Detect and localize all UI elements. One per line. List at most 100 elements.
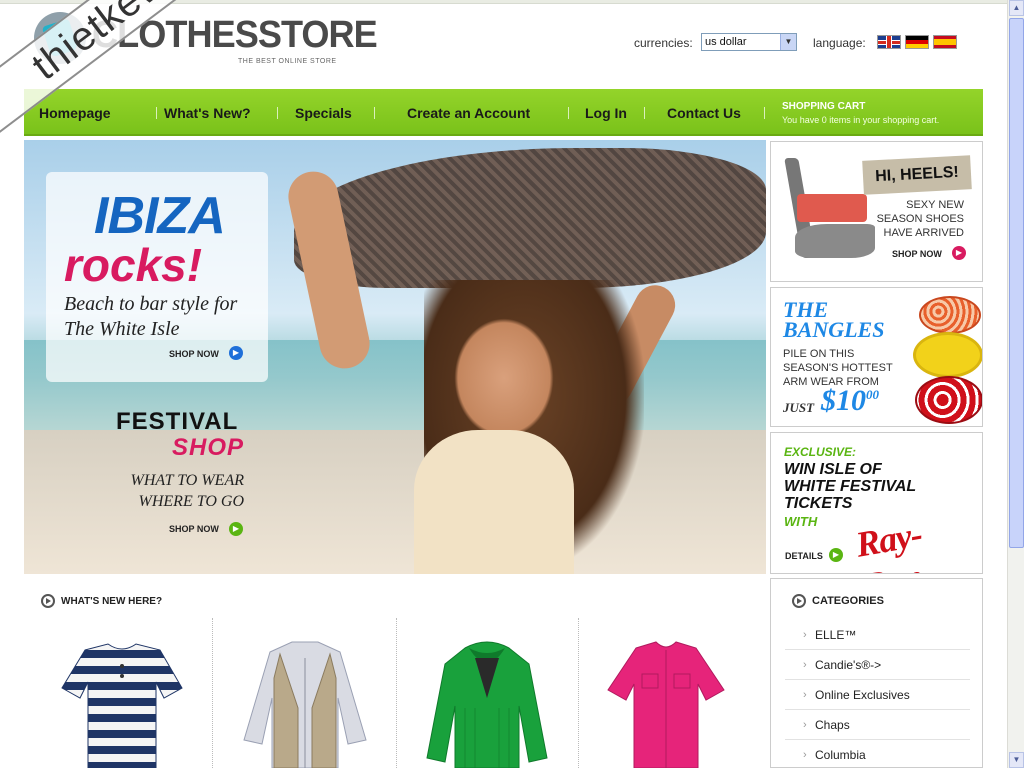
bangles-text: PILE ON THIS SEASON'S HOTTEST ARM WEAR F… — [783, 347, 893, 389]
nav-whats-new[interactable]: What's New? — [164, 89, 251, 134]
rayban-with-label: WITH — [784, 514, 818, 529]
heels-shop-now-link[interactable]: SHOP NOW — [892, 249, 942, 259]
scroll-up-arrow-icon[interactable]: ▲ — [1009, 0, 1024, 16]
rayban-ad[interactable]: EXCLUSIVE: WIN ISLE OF WHITE FESTIVAL TI… — [770, 432, 983, 574]
nav-create-account[interactable]: Create an Account — [407, 89, 530, 134]
scroll-down-arrow-icon[interactable]: ▼ — [1009, 752, 1024, 768]
green-hoodie-image — [426, 641, 548, 768]
festival-shop-now-link[interactable]: SHOP NOW — [169, 524, 219, 534]
store-tagline: THE BEST ONLINE STORE — [238, 58, 337, 65]
category-label: Columbia — [815, 748, 866, 762]
bangles-ad[interactable]: THE BANGLES PILE ON THIS SEASON'S HOTTES… — [770, 287, 983, 427]
rayban-details-link[interactable]: DETAILS — [785, 551, 823, 561]
category-item[interactable]: › Chaps — [785, 710, 970, 740]
play-circle-icon — [41, 594, 55, 608]
hero-subtitle-line: The White Isle — [64, 318, 180, 340]
heels-text-line: SEASON SHOES — [876, 213, 964, 225]
nav-homepage[interactable]: Homepage — [39, 89, 111, 134]
product-vest-and-shirt[interactable] — [240, 618, 370, 768]
nav-separator — [568, 107, 569, 119]
rayban-exclusive-label: EXCLUSIVE: — [784, 445, 857, 459]
nav-contact-us[interactable]: Contact Us — [667, 89, 741, 134]
category-item[interactable]: › Candie's®-> — [785, 650, 970, 680]
product-green-hoodie[interactable] — [425, 618, 550, 768]
festival-subtitle-line: WHAT TO WEAR — [130, 472, 244, 489]
main-nav: Homepage What's New? Specials Create an … — [24, 89, 983, 136]
hero-body — [414, 430, 574, 574]
hero-face — [454, 318, 554, 438]
currency-value: us dollar — [705, 36, 747, 48]
play-circle-icon — [792, 594, 806, 608]
product-divider — [396, 618, 397, 768]
festival-shop-heading: SHOP — [172, 434, 245, 461]
product-pink-blouse[interactable] — [604, 618, 729, 768]
category-item[interactable]: › Columbia — [785, 740, 970, 768]
play-arrow-icon[interactable]: ▶ — [829, 548, 843, 562]
price-dollars: $10 — [821, 384, 866, 417]
heels-ad[interactable]: HI, HEELS! SEXY NEW SEASON SHOES HAVE AR… — [770, 141, 983, 282]
hero-shop-now-link[interactable]: SHOP NOW — [169, 349, 219, 359]
categories-panel: CATEGORIES › ELLE™ › Candie's®-> › Online E… — [770, 578, 983, 768]
chevron-right-icon: › — [803, 719, 807, 731]
product-striped-top[interactable] — [60, 618, 185, 768]
spain-flag-icon[interactable] — [933, 35, 957, 49]
chevron-right-icon: › — [803, 629, 807, 641]
chevron-right-icon: › — [803, 659, 807, 671]
nav-specials[interactable]: Specials — [295, 89, 352, 134]
rayban-headline-line: WIN ISLE OF — [784, 461, 882, 478]
category-label: Online Exclusives — [815, 688, 910, 702]
rayban-headline-line: WHITE FESTIVAL — [784, 478, 917, 495]
hero-scarf — [294, 148, 766, 288]
shopping-cart-title[interactable]: SHOPPING CART — [782, 101, 865, 112]
festival-heading: FESTIVAL — [116, 408, 239, 435]
hero-subtitle-line: Beach to bar style for — [64, 293, 238, 315]
hero-banner[interactable]: IBIZA rocks! Beach to bar style for The … — [24, 140, 766, 574]
rayban-logo: Ray-Ban — [852, 513, 925, 573]
category-label: Candie's®-> — [815, 658, 882, 672]
nav-separator — [374, 107, 375, 119]
page: CLOTHESSTORE THE BEST ONLINE STORE thiet… — [0, 0, 1024, 768]
dropdown-arrow-icon[interactable]: ▼ — [780, 34, 796, 50]
festival-subtitle: WHAT TO WEAR WHERE TO GO — [94, 470, 244, 512]
currency-label: currencies: — [634, 36, 693, 50]
striped-top-image — [61, 643, 183, 768]
bangles-just-label: JUST — [783, 400, 815, 415]
language-label: language: — [813, 36, 866, 50]
bangles-price: $1000 — [821, 384, 879, 418]
nav-separator — [156, 107, 157, 119]
price-cents: 00 — [866, 387, 879, 402]
category-item[interactable]: › Online Exclusives — [785, 680, 970, 710]
categories-heading: CATEGORIES — [812, 595, 884, 607]
high-heel-shoe-image — [779, 154, 875, 270]
nav-log-in[interactable]: Log In — [585, 89, 627, 134]
pink-blouse-image — [607, 641, 725, 768]
scrollbar-thumb[interactable] — [1009, 18, 1024, 548]
hero-ibiza-heading: IBIZA — [94, 187, 226, 245]
bangles-title: THE BANGLES — [783, 299, 885, 342]
nav-separator — [277, 107, 278, 119]
heels-text-line: SEXY NEW — [906, 199, 964, 211]
chevron-right-icon: › — [803, 749, 807, 761]
germany-flag-icon[interactable] — [905, 35, 929, 49]
hero-rocks-heading: rocks! — [64, 239, 203, 291]
product-divider — [212, 618, 213, 768]
play-arrow-icon[interactable]: ▶ — [229, 346, 243, 360]
bangles-title-line: BANGLES — [783, 317, 885, 342]
nav-separator — [764, 107, 765, 119]
heels-text-line: HAVE ARRIVED — [883, 227, 965, 239]
vertical-scrollbar[interactable]: ▲ ▼ — [1007, 0, 1024, 768]
bangles-image — [909, 292, 982, 426]
currency-select[interactable]: us dollar ▼ — [701, 33, 797, 51]
bangles-text-line: PILE ON THIS — [783, 348, 855, 360]
chevron-right-icon: › — [803, 689, 807, 701]
category-label: Chaps — [815, 718, 850, 732]
category-item[interactable]: › ELLE™ — [785, 620, 970, 650]
festival-subtitle-line: WHERE TO GO — [138, 493, 244, 510]
hero-subtitle: Beach to bar style for The White Isle — [64, 292, 274, 342]
uk-flag-icon[interactable] — [877, 35, 901, 49]
play-arrow-icon[interactable]: ▶ — [952, 246, 966, 260]
vest-shirt-image — [243, 641, 367, 768]
bangles-text-line: SEASON'S HOTTEST — [783, 362, 893, 374]
nav-separator — [644, 107, 645, 119]
play-arrow-icon[interactable]: ▶ — [229, 522, 243, 536]
